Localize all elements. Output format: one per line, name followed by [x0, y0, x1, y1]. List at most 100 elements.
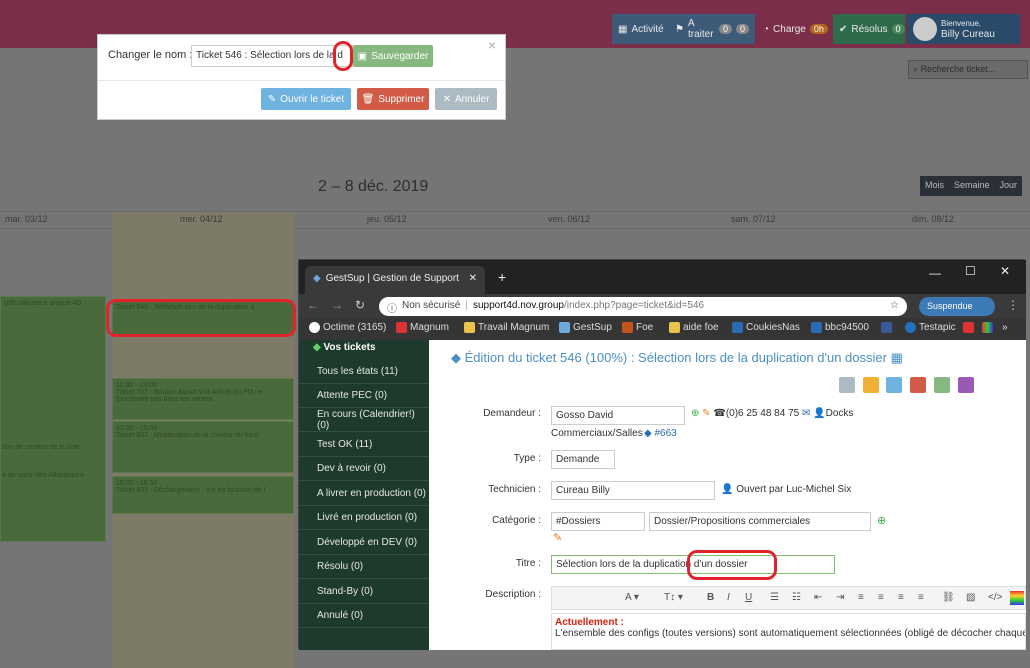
color-picker-icon[interactable] — [1010, 591, 1024, 605]
sidebar-item[interactable]: Attente PEC (0) — [299, 384, 429, 408]
ticket-ref-link[interactable]: ◆ #663 — [644, 428, 677, 439]
calendar-event[interactable]: tion de couleur de la liste — [2, 444, 79, 451]
open-ticket-button[interactable]: ✎ Ouvrir le ticket — [261, 88, 351, 110]
pencil-icon[interactable]: ✎ — [553, 531, 562, 544]
ticket-form: ◆ Édition du ticket 546 (100%) : Sélecti… — [429, 340, 1026, 650]
nav-activite[interactable]: ▦ Activité — [612, 14, 670, 44]
sidebar-item[interactable]: Livré en production (0) — [299, 506, 429, 530]
reload-button[interactable]: ↻ — [355, 298, 365, 312]
bookmark[interactable]: Magnum — [396, 322, 449, 333]
bookmark[interactable] — [881, 322, 892, 333]
menu-dots-icon[interactable]: ⋮ — [1007, 298, 1019, 312]
align-center-icon[interactable]: ≡ — [878, 592, 884, 603]
sidebar-item[interactable]: Tous les états (11) — [299, 360, 429, 384]
bookmark[interactable] — [982, 322, 993, 333]
bookmark[interactable]: Travail Magnum — [464, 322, 549, 333]
sidebar-item[interactable]: Stand-By (0) — [299, 580, 429, 604]
browser-tab[interactable]: ◆ GestSup | Gestion de Support ✕ — [305, 266, 485, 294]
numbered-list-icon[interactable]: ☷ — [792, 592, 801, 603]
bookmark[interactable]: GestSup — [559, 322, 612, 333]
description-editor[interactable]: Actuellement : L'ensemble des configs (t… — [551, 613, 1026, 650]
technicien-select[interactable]: Cureau Billy — [551, 481, 715, 500]
more-bookmarks-icon[interactable]: » — [1002, 322, 1008, 333]
calendar-event[interactable]: 039:utilisateur unique 4D — [0, 296, 106, 542]
font-size-button[interactable]: A ▾ — [625, 592, 639, 603]
sidebar-item[interactable]: Test OK (11) — [299, 433, 429, 457]
demandeur-select[interactable]: Gosso David — [551, 406, 685, 425]
calendar-icon: ▦ — [618, 23, 628, 35]
categorie-select[interactable]: #Dossiers — [551, 512, 645, 531]
align-right-icon[interactable]: ≡ — [898, 592, 904, 603]
bookmark[interactable]: Testapic — [905, 322, 956, 333]
calendar-event[interactable]: 15:00 - 18:30 Ticket 601 : Déchargement -… — [112, 476, 294, 514]
calendar-event[interactable]: 11:30 - 13:00 Ticket 707 : Bouton &quot;V… — [112, 378, 294, 420]
bold-button[interactable]: B — [707, 592, 714, 603]
sidebar-item[interactable]: Développé en DEV (0) — [299, 531, 429, 555]
save-ticket-button[interactable] — [934, 377, 950, 393]
text-height-button[interactable]: T↕ ▾ — [664, 592, 683, 603]
new-tab-button[interactable]: + — [498, 269, 506, 285]
maximize-button[interactable]: ☐ — [965, 264, 976, 278]
window-close-button[interactable]: ✕ — [1000, 264, 1010, 278]
sidebar-item[interactable]: Résolu (0) — [299, 555, 429, 579]
bookmark[interactable]: CoukiesNas — [732, 322, 800, 333]
add-category-icon[interactable]: ⊕ — [877, 514, 886, 527]
code-icon[interactable]: </> — [988, 592, 1002, 603]
close-tab-icon[interactable]: ✕ — [469, 273, 477, 287]
justify-icon[interactable]: ≡ — [918, 592, 924, 603]
view-month-button[interactable]: Mois — [920, 176, 949, 196]
save-button[interactable]: ▣ Sauvegarder — [353, 45, 433, 67]
align-left-icon[interactable]: ≡ — [858, 592, 864, 603]
profile-button[interactable]: Suspendue — [919, 297, 995, 316]
image-icon[interactable]: ▨ — [966, 592, 975, 603]
url-input[interactable]: ⓘ Non sécurisé | support4d.nov.group/ind… — [379, 297, 907, 316]
search-ticket-input[interactable]: ⌕ Recherche ticket... — [908, 60, 1028, 79]
italic-button[interactable]: I — [727, 592, 730, 603]
day-header: sam. 07/12 — [731, 214, 776, 224]
bullet-list-icon[interactable]: ☰ — [770, 592, 779, 603]
view-day-button[interactable]: Jour — [995, 176, 1023, 196]
calendar-button[interactable] — [886, 377, 902, 393]
rename-input[interactable]: Ticket 546 : Sélection lors de la d — [191, 45, 353, 67]
bookmark[interactable]: Octime (3165) — [309, 322, 386, 333]
star-icon[interactable]: ☆ — [890, 300, 899, 313]
type-select[interactable]: Demande — [551, 450, 615, 469]
type-label: Type : — [513, 453, 541, 464]
calendar-event[interactable]: é de sortir des Affectations — [2, 472, 84, 479]
sidebar-item[interactable]: Annulé (0) — [299, 604, 429, 628]
nav-resolus[interactable]: ✔ Résolus 0 — [833, 14, 905, 44]
save-close-button[interactable] — [958, 377, 974, 393]
close-icon[interactable]: × — [488, 37, 496, 53]
bookmark[interactable] — [963, 322, 974, 333]
minimize-button[interactable]: — — [929, 266, 941, 280]
sidebar-item[interactable]: A livrer en production (0) — [299, 482, 429, 506]
mail-icon[interactable]: ✉ — [802, 408, 810, 419]
nav-a-traiter[interactable]: ⚑ A traiter 00 — [669, 14, 755, 44]
calendar-event[interactable]: 13:00 - 15:00 Ticket 552 : Modification d… — [112, 421, 294, 473]
calendar-title: 2 – 8 déc. 2019 — [318, 178, 429, 195]
link-icon[interactable]: ⛓ — [942, 592, 955, 603]
pencil-icon[interactable]: ✎ — [702, 408, 710, 419]
outdent-icon[interactable]: ⇤ — [814, 592, 822, 603]
user-icon: 👤 — [721, 484, 734, 495]
sous-categorie-select[interactable]: Dossier/Propositions commerciales — [649, 512, 871, 531]
nav-charge[interactable]: ◔ Charge 0h — [757, 14, 831, 44]
indent-icon[interactable]: ⇥ — [836, 592, 844, 603]
bookmark[interactable]: aide foe — [669, 322, 719, 333]
sidebar-item[interactable]: En cours (Calendrier!) (0) — [299, 408, 429, 432]
view-week-button[interactable]: Semaine — [949, 176, 995, 196]
delete-ticket-button[interactable] — [910, 377, 926, 393]
print-button[interactable] — [839, 377, 855, 393]
sidebar-item[interactable]: Dev à revoir (0) — [299, 457, 429, 481]
bookmark[interactable]: bbc94500 — [811, 322, 869, 333]
forward-button[interactable]: → — [331, 298, 343, 312]
bookmark[interactable]: Foe — [622, 322, 653, 333]
back-button[interactable]: ← — [307, 298, 319, 312]
delete-button[interactable]: 🗑 Supprimer — [357, 88, 429, 110]
underline-button[interactable]: U — [745, 592, 752, 603]
user-menu[interactable]: Bienvenue, Billy Cureau — [907, 14, 1020, 44]
folder-icon — [669, 322, 680, 333]
add-icon[interactable]: ⊕ — [691, 408, 699, 419]
bell-button[interactable] — [863, 377, 879, 393]
cancel-button[interactable]: ✕ Annuler — [435, 88, 497, 110]
